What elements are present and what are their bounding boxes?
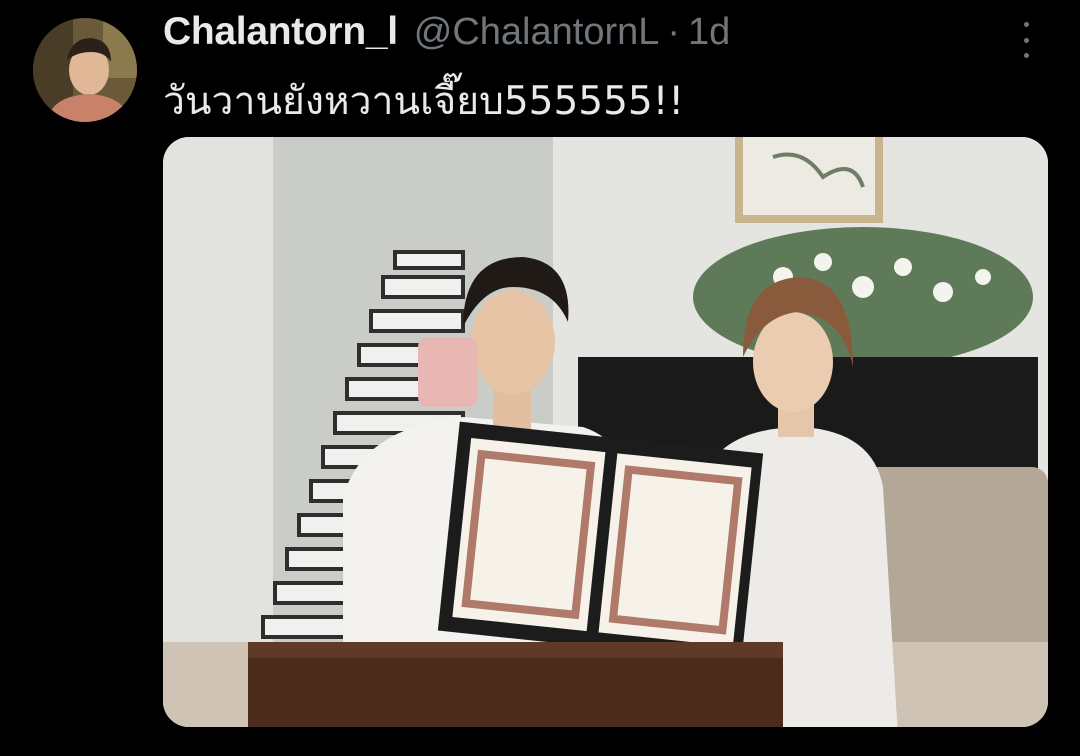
user-handle[interactable]: @ChalantornL bbox=[414, 11, 660, 54]
avatar-image bbox=[33, 18, 137, 122]
avatar[interactable] bbox=[33, 18, 137, 122]
tweet-photo[interactable] bbox=[163, 137, 1048, 727]
tweet-header: Chalantorn_l @ChalantornL · 1d bbox=[163, 10, 730, 62]
more-vertical-icon[interactable] bbox=[1012, 22, 1040, 58]
timestamp[interactable]: 1d bbox=[688, 11, 730, 54]
more-dot bbox=[1023, 53, 1029, 58]
wedding-photo-image bbox=[163, 137, 1048, 727]
separator-dot: · bbox=[667, 11, 681, 53]
tweet-text: วันวานยังหวานเจี๊ยบ555555!! bbox=[163, 79, 685, 124]
more-dot bbox=[1023, 37, 1029, 43]
more-dot bbox=[1023, 22, 1029, 27]
display-name[interactable]: Chalantorn_l bbox=[163, 10, 398, 54]
